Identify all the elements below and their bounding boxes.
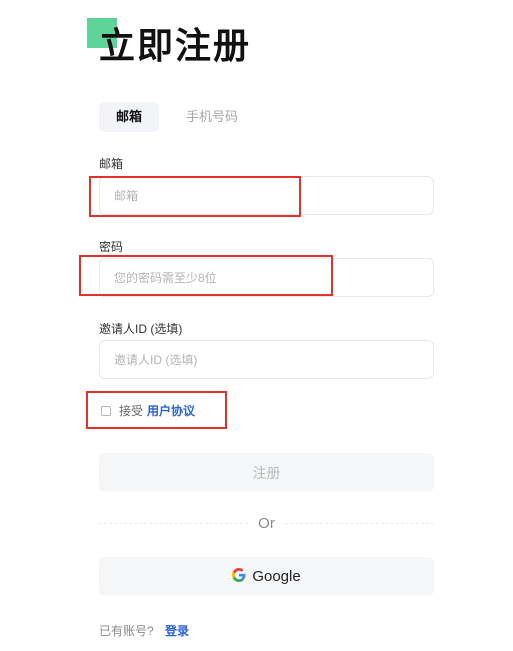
email-label: 邮箱 (99, 157, 124, 171)
agreement-prefix: 接受 (119, 404, 144, 418)
google-signin-button[interactable]: Google (99, 557, 434, 596)
tab-email[interactable]: 邮箱 (99, 102, 160, 132)
register-button[interactable]: 注册 (99, 453, 434, 492)
page-title: 立即注册 (99, 25, 252, 66)
auth-method-tabs: 邮箱 手机号码 (99, 102, 255, 132)
user-agreement-link[interactable]: 用户协议 (147, 402, 195, 419)
tab-phone[interactable]: 手机号码 (169, 102, 255, 132)
or-divider: Or (99, 513, 435, 533)
have-account-text: 已有账号? (99, 624, 154, 638)
divider-line-right (284, 522, 435, 524)
invite-label: 邀请人ID (选填) (99, 322, 183, 336)
password-label: 密码 (99, 240, 124, 254)
invite-input[interactable] (99, 340, 434, 379)
login-link[interactable]: 登录 (165, 624, 189, 638)
google-logo-icon (232, 567, 246, 586)
password-input[interactable] (99, 258, 434, 297)
divider-text: Or (258, 514, 275, 532)
agreement-row: 接受 用户协议 (101, 402, 195, 419)
footer-login-row: 已有账号? 登录 (99, 622, 189, 639)
agreement-checkbox[interactable] (101, 405, 111, 416)
divider-line-left (99, 522, 249, 524)
google-button-label: Google (252, 568, 301, 585)
email-input[interactable] (99, 176, 434, 215)
register-button-label: 注册 (252, 464, 281, 481)
